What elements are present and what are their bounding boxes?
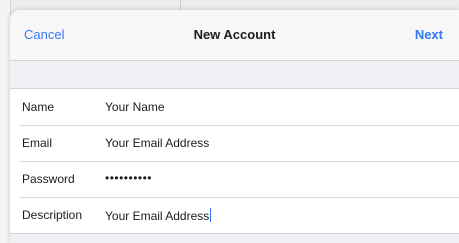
- account-form: Name Your Name Email Your Email Address …: [10, 88, 459, 234]
- sheet-title: New Account: [193, 27, 276, 42]
- password-label: Password: [22, 172, 75, 186]
- email-row[interactable]: Email Your Email Address: [10, 125, 459, 161]
- text-cursor: [210, 208, 212, 222]
- email-field[interactable]: Your Email Address: [105, 136, 435, 150]
- description-field[interactable]: Your Email Address: [105, 208, 435, 223]
- password-row[interactable]: Password ••••••••••: [10, 161, 459, 197]
- name-label: Name: [22, 100, 55, 114]
- next-button[interactable]: Next: [415, 27, 443, 43]
- description-label: Description: [22, 208, 83, 222]
- name-field[interactable]: Your Name: [105, 100, 435, 114]
- new-account-sheet: Cancel New Account Next Name Your Name E…: [10, 10, 459, 243]
- description-row[interactable]: Description Your Email Address: [10, 197, 459, 233]
- name-row[interactable]: Name Your Name: [10, 89, 459, 125]
- navigation-bar: Cancel New Account Next: [10, 10, 459, 61]
- email-label: Email: [22, 136, 53, 150]
- description-field-text: Your Email Address: [105, 209, 210, 223]
- password-field[interactable]: ••••••••••: [105, 171, 435, 185]
